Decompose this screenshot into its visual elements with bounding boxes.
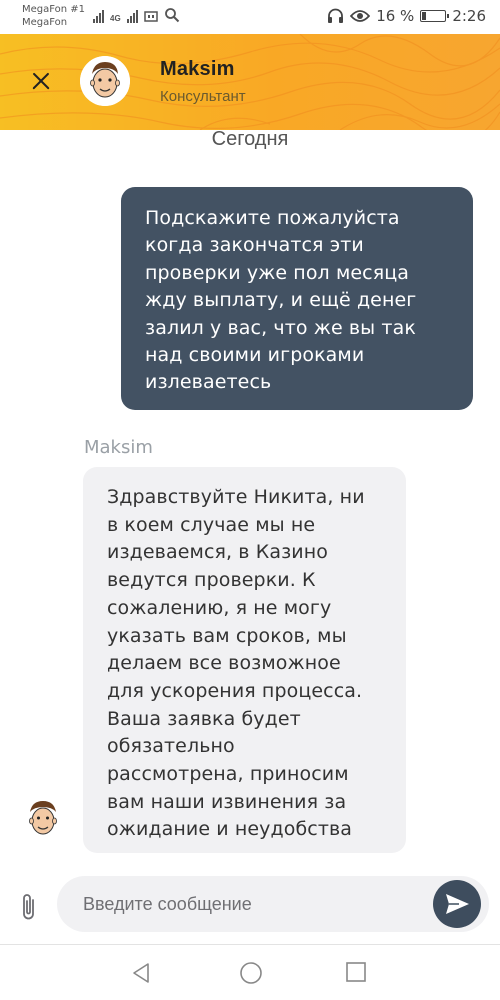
network-indicators: 4G [93, 8, 180, 23]
message-line: обязательно [107, 735, 235, 758]
outgoing-message-bubble: Подскажите пожалуйста когда закончатся э… [121, 187, 473, 410]
message-line: делаем все возможное [107, 652, 341, 675]
message-line: жду выплату, и ещё денег [145, 289, 417, 312]
network-type-label: 4G [110, 14, 121, 23]
agent-role: Консультант [160, 88, 246, 105]
close-button[interactable] [26, 64, 56, 98]
message-line: издеваемся, в Казино [107, 541, 328, 564]
status-right: 16 % 2:26 [327, 7, 486, 25]
message-line: для ускорения процесса. [107, 679, 363, 702]
message-input[interactable] [57, 876, 427, 932]
carrier-1: MegaFon #1 [22, 4, 86, 15]
status-bar: MegaFon #1 MegaFon 4G 16 % 2:26 [0, 0, 500, 34]
date-separator: Сегодня [211, 128, 289, 150]
message-line: вам наши извинения за [107, 790, 347, 813]
message-line: Подскажите пожалуйста [145, 207, 400, 229]
topographic-pattern [0, 34, 500, 130]
recent-square-icon[interactable] [345, 961, 367, 988]
message-line: над своими игроками [145, 344, 365, 367]
search-icon [164, 8, 179, 23]
message-line: указать вам сроков, мы [107, 624, 347, 647]
message-line: в коем случае мы не [107, 513, 316, 536]
message-line: когда закончатся эти [145, 234, 364, 257]
message-line: сожалению, я не могу [107, 596, 332, 619]
message-composer [57, 876, 489, 932]
message-line: рассмотрена, приносим [107, 763, 349, 786]
sim-icon [143, 11, 158, 22]
system-nav-bar [0, 945, 500, 1000]
message-line: ведутся проверки. К [107, 569, 316, 592]
agent-name: Maksim [160, 58, 235, 80]
battery-icon [420, 10, 450, 22]
send-button[interactable] [433, 880, 481, 928]
carrier-names: MegaFon #1 MegaFon [22, 3, 85, 29]
message-line: Здравствуйте Никита, ни [107, 486, 365, 508]
sender-name: Maksim [84, 437, 153, 458]
home-circle-icon[interactable] [239, 961, 263, 990]
eye-icon [350, 10, 371, 22]
paperclip-icon[interactable] [18, 892, 40, 922]
back-triangle-icon[interactable] [130, 961, 154, 990]
signal-2-icon [126, 9, 138, 23]
battery-percent: 16 % [376, 7, 415, 25]
sender-avatar [24, 798, 62, 842]
message-line: проверки уже пол месяца [145, 261, 410, 284]
signal-icon [93, 9, 104, 23]
send-icon [446, 894, 469, 914]
carrier-2: MegaFon [22, 17, 68, 28]
message-line: излеваетесь [145, 371, 272, 394]
message-line: Ваша заявка будет [107, 707, 301, 730]
agent-avatar [80, 56, 130, 106]
headphones-icon [328, 8, 344, 23]
message-line: ожидание и неудобства [107, 818, 353, 841]
incoming-message-bubble: Здравствуйте Никита, ни в коем случае мы… [83, 467, 406, 853]
chat-header: Maksim Консультант [0, 34, 500, 130]
clock: 2:26 [452, 7, 486, 25]
message-line: залил у вас, что же вы так [145, 316, 416, 339]
